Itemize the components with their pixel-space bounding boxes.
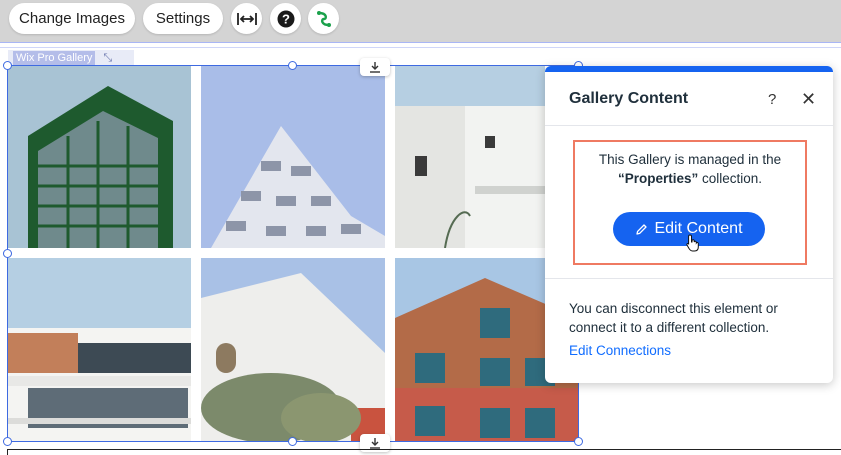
help-icon: ? xyxy=(277,10,294,27)
managed-message-line2: “Properties” collection. xyxy=(575,171,805,186)
hand-pointer-cursor-icon xyxy=(686,234,699,252)
next-section-outline xyxy=(7,449,841,455)
download-arrow-icon xyxy=(370,438,380,449)
gallery-content-panel: Gallery Content ? ✕ This Gallery is mana… xyxy=(545,66,833,383)
disconnect-info-text: You can disconnect this element or conne… xyxy=(569,301,778,335)
change-images-button[interactable]: Change Images xyxy=(9,3,135,34)
gallery-tag-label: Wix Pro Gallery xyxy=(13,51,96,65)
stretch-button[interactable] xyxy=(231,3,262,34)
section-guide-line xyxy=(0,47,841,48)
help-button[interactable]: ? xyxy=(270,3,301,34)
collection-suffix: collection. xyxy=(698,171,763,186)
resize-handle-bottom-left[interactable] xyxy=(3,437,12,446)
gallery-name-tag[interactable]: Wix Pro Gallery ⤡ xyxy=(8,50,134,66)
stretch-arrows-icon xyxy=(236,12,257,25)
edit-connections-link[interactable]: Edit Connections xyxy=(569,343,671,358)
panel-divider xyxy=(545,278,833,279)
panel-header: Gallery Content ? ✕ xyxy=(545,72,833,126)
connect-to-data-button[interactable] xyxy=(308,3,339,34)
resize-handle-top[interactable] xyxy=(288,61,297,70)
panel-title: Gallery Content xyxy=(569,89,689,107)
resize-handle-left[interactable] xyxy=(3,249,12,258)
gallery-selection-frame xyxy=(7,65,579,442)
top-guide-line xyxy=(0,42,841,43)
panel-close-icon[interactable]: ✕ xyxy=(801,89,816,110)
svg-text:?: ? xyxy=(282,11,290,26)
data-connection-icon xyxy=(316,10,331,27)
pencil-icon xyxy=(636,223,648,235)
download-arrow-icon xyxy=(370,62,380,73)
collection-name: “Properties” xyxy=(617,171,699,186)
resize-handle-top-left[interactable] xyxy=(3,61,12,70)
stretch-to-top-button[interactable] xyxy=(360,58,390,76)
resize-handle-bottom[interactable] xyxy=(288,437,297,446)
resize-handle-bottom-right[interactable] xyxy=(574,437,583,446)
managed-message-line1: This Gallery is managed in the xyxy=(598,152,782,167)
panel-help-icon[interactable]: ? xyxy=(768,91,776,108)
connected-link-icon: ⤡ xyxy=(103,51,113,64)
settings-button[interactable]: Settings xyxy=(143,3,223,34)
